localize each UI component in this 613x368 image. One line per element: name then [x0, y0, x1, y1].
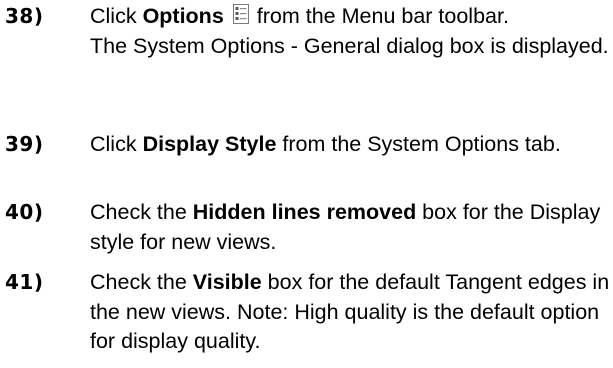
step-text-bold: Display Style — [142, 132, 277, 156]
step-text-pre: Click — [90, 132, 143, 156]
step-text-post: from the Menu bar toolbar. — [256, 4, 509, 28]
step-text: Click Options from the Menu bar toolbar.… — [90, 2, 611, 61]
step-text: Check the Hidden lines removed box for t… — [90, 198, 611, 257]
step-text-bold: Visible — [192, 270, 262, 294]
step-number: 38) — [5, 4, 44, 28]
step-text: Click Display Style from the System Opti… — [90, 130, 611, 160]
step-text-bold: Options — [142, 4, 224, 28]
step-text-rest: The System Options - General dialog box … — [90, 33, 609, 58]
step-text-bold: Hidden lines removed — [192, 200, 417, 224]
step-text-post: from the System Options tab. — [276, 132, 561, 156]
instruction-steps: 38) Click Options from the Menu bar tool… — [0, 0, 613, 368]
step-text: Check the Visible box for the default Ta… — [90, 268, 611, 357]
step-text-pre: Click — [90, 4, 143, 28]
options-icon — [231, 3, 251, 25]
step-text-pre: Check the — [90, 200, 193, 224]
step-text-pre: Check the — [90, 270, 193, 294]
step-number: 39) — [5, 132, 44, 156]
step-number: 40) — [5, 200, 44, 224]
step-number: 41) — [5, 270, 44, 294]
